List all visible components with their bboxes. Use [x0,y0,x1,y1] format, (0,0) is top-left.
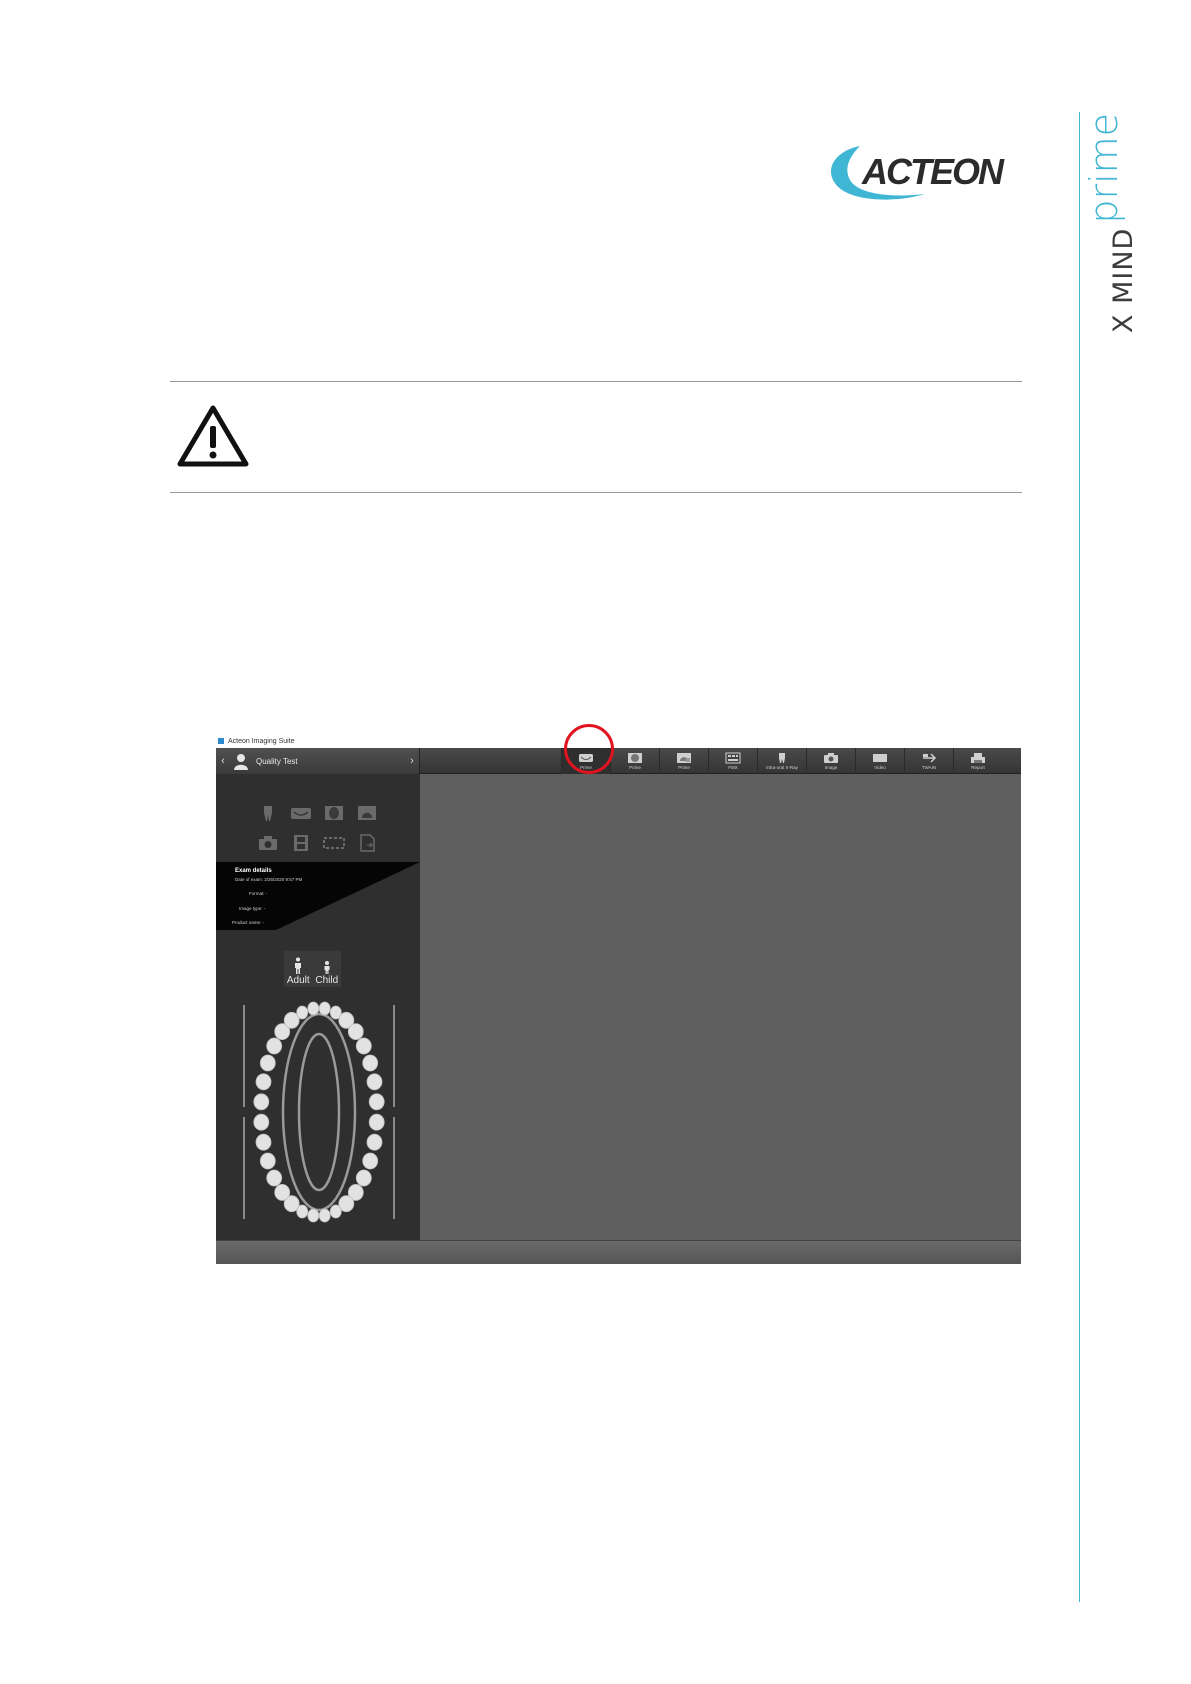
next-patient-button[interactable]: › [405,748,419,774]
film-filter-icon[interactable] [289,834,313,852]
tooth[interactable] [266,1037,283,1055]
age-switch: Adult Child [284,951,341,987]
fmx-button[interactable]: FMX [708,748,757,774]
warning-bottom-rule [170,492,1022,493]
tooth[interactable] [362,1152,379,1170]
acquisition-buttons: Prime Prime Prime FMX Intra-oral X-Ray I… [561,748,1002,774]
highlight-circle [564,724,614,774]
cbct-icon [677,753,691,763]
tooth[interactable] [296,1005,309,1020]
app-window: ‹ Quality Test › Prime Prime Prime FMX I… [216,724,1021,1264]
image-viewport[interactable] [420,774,1021,1240]
tooth[interactable] [255,1133,272,1151]
tooth[interactable] [355,1037,372,1055]
tooth[interactable] [255,1073,272,1091]
acteon-logo: ACTEON [830,146,1007,200]
camera-filter-icon[interactable] [256,834,280,852]
window-title: Acteon Imaging Suite [228,737,295,745]
app-icon [218,738,224,744]
previous-patient-button[interactable]: ‹ [216,748,230,774]
patient-name: Quality Test [256,756,298,766]
tooth[interactable] [318,1001,331,1016]
tooth[interactable] [259,1054,276,1072]
cephalometric-icon [628,753,642,763]
warning-triangle-icon [177,405,249,467]
child-figure-icon [324,961,330,974]
svg-text:ACTEON: ACTEON [861,151,1005,192]
tooth[interactable] [366,1073,383,1091]
panoramic-filter-icon[interactable] [289,804,313,822]
ceph-prime-button[interactable]: Prime [610,748,659,774]
brand-prime: prime [1082,112,1126,224]
tooth[interactable] [266,1169,283,1187]
tooth[interactable] [366,1133,383,1151]
exam-details-panel: Exam details Date of exam: 2/26/2020 9:5… [216,862,420,930]
tooth[interactable] [355,1169,372,1187]
twain-icon [923,753,937,763]
intra-oral-xray-button[interactable]: Intra-oral X-Ray [757,748,806,774]
left-panel: Exam details Date of exam: 2/26/2020 9:5… [216,774,420,1240]
toolbar: ‹ Quality Test › Prime Prime Prime FMX I… [216,724,1021,774]
tooth[interactable] [329,1204,342,1219]
document-filter-icon[interactable] [355,834,379,852]
exam-format: Format: - [249,891,268,896]
tooth[interactable] [307,1001,320,1016]
tooth[interactable] [274,1183,291,1201]
fmx-icon [725,752,741,764]
patient-bar: ‹ Quality Test › [216,748,420,774]
adult-option[interactable]: Adult [284,951,313,987]
tooth-filter-icon[interactable] [256,804,280,822]
twain-button[interactable]: TWAIN [904,748,953,774]
tooth[interactable] [347,1023,364,1040]
brand-xmind: X MIND [1108,227,1139,333]
dental-chart[interactable] [240,997,398,1227]
cbct-filter-icon[interactable] [355,804,379,822]
tooth[interactable] [253,1093,270,1111]
tooth[interactable] [362,1054,379,1072]
child-option[interactable]: Child [313,951,342,987]
tooth[interactable] [253,1113,270,1131]
tooth[interactable] [259,1152,276,1170]
arch-line [297,1032,341,1192]
tooth-icon [779,753,785,763]
app-screenshot: Acteon Imaging Suite ‹ Quality Test › Pr… [213,724,1021,1264]
video-button[interactable]: Video [855,748,904,774]
warning-top-rule [170,381,1022,382]
patient-avatar-icon [234,754,248,770]
exam-date: Date of exam: 2/26/2020 9:57 PM [235,877,303,882]
tooth[interactable] [307,1208,320,1223]
printer-icon [971,753,985,763]
tooth[interactable] [368,1093,385,1111]
exam-product-name: Product name: - [232,920,265,925]
image-button[interactable]: Image [806,748,855,774]
window-titlebar: Acteon Imaging Suite [213,734,513,748]
cbct-prime-button[interactable]: Prime [659,748,708,774]
image-type-filters [256,804,379,852]
side-brand: X MIND prime [1082,113,1139,333]
report-button[interactable]: Report [953,748,1002,774]
status-bar [216,1240,1021,1264]
tooth[interactable] [368,1113,385,1131]
arch-line [281,1012,357,1212]
twain-filter-icon[interactable] [322,834,346,852]
video-icon [873,754,887,762]
side-rule [1079,112,1080,1602]
tooth[interactable] [318,1208,331,1223]
camera-icon [824,753,838,763]
exam-image-type: Image type: - [239,906,266,911]
adult-figure-icon [295,957,302,974]
exam-details-title: Exam details [235,868,272,874]
cephalometric-filter-icon[interactable] [322,804,346,822]
